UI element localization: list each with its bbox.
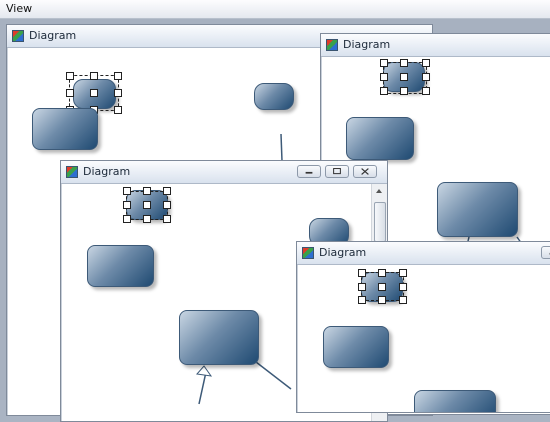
diagram-node[interactable] [87, 245, 154, 287]
window-titlebar[interactable]: Diagram [297, 242, 550, 265]
window-title: Diagram [29, 29, 76, 42]
resize-handle[interactable] [422, 87, 430, 95]
resize-handle[interactable] [66, 89, 74, 97]
resize-handle[interactable] [114, 89, 122, 97]
restore-icon [326, 166, 348, 177]
resize-handle[interactable] [358, 269, 366, 277]
window-titlebar[interactable]: Diagram [321, 34, 550, 57]
resize-handle[interactable] [399, 283, 407, 291]
restore-button[interactable] [325, 165, 349, 178]
resize-handle[interactable] [400, 59, 408, 67]
resize-handle[interactable] [399, 296, 407, 304]
diagram-app-icon [302, 247, 314, 259]
resize-handle[interactable] [90, 72, 98, 80]
resize-handle[interactable] [66, 72, 74, 80]
resize-handle[interactable] [378, 283, 386, 291]
resize-handle[interactable] [143, 201, 151, 209]
diagram-node[interactable] [32, 108, 98, 150]
diagram-app-icon [12, 30, 24, 42]
menu-view[interactable]: View [6, 2, 32, 15]
resize-handle[interactable] [378, 296, 386, 304]
resize-handle[interactable] [358, 296, 366, 304]
diagram-node[interactable] [346, 117, 414, 160]
diagram-canvas[interactable] [302, 265, 550, 412]
window-title: Diagram [83, 165, 130, 178]
diagram-app-icon [66, 166, 78, 178]
resize-handle[interactable] [358, 283, 366, 291]
scroll-thumb[interactable] [374, 202, 386, 242]
close-icon [354, 166, 376, 177]
resize-handle[interactable] [114, 106, 122, 114]
window-title: Diagram [343, 38, 390, 51]
resize-handle[interactable] [163, 215, 171, 223]
window-title: Diagram [319, 246, 366, 259]
resize-handle[interactable] [380, 87, 388, 95]
minimize-button[interactable] [297, 165, 321, 178]
resize-handle[interactable] [90, 89, 98, 97]
menu-bar: View [0, 0, 550, 19]
resize-handle[interactable] [422, 73, 430, 81]
resize-handle[interactable] [422, 59, 430, 67]
scroll-up-icon[interactable] [376, 189, 382, 193]
resize-handle[interactable] [123, 215, 131, 223]
resize-handle[interactable] [143, 215, 151, 223]
resize-handle[interactable] [163, 201, 171, 209]
diagram-app-icon [326, 39, 338, 51]
minimize-icon [542, 247, 550, 258]
close-button[interactable] [353, 165, 377, 178]
diagram-node[interactable] [323, 326, 389, 368]
window-titlebar[interactable]: Diagram [61, 161, 387, 184]
resize-handle[interactable] [378, 269, 386, 277]
resize-handle[interactable] [143, 187, 151, 195]
resize-handle[interactable] [380, 59, 388, 67]
resize-handle[interactable] [123, 187, 131, 195]
resize-handle[interactable] [114, 72, 122, 80]
diagram-window-4[interactable]: Diagram [296, 241, 550, 413]
diagram-node[interactable] [437, 182, 518, 237]
resize-handle[interactable] [400, 87, 408, 95]
minimize-icon [298, 166, 320, 177]
resize-handle[interactable] [380, 73, 388, 81]
resize-handle[interactable] [163, 187, 171, 195]
diagram-node[interactable] [179, 310, 259, 365]
diagram-node[interactable] [414, 390, 496, 412]
resize-handle[interactable] [399, 269, 407, 277]
diagram-node[interactable] [254, 83, 294, 110]
resize-handle[interactable] [400, 73, 408, 81]
resize-handle[interactable] [123, 201, 131, 209]
minimize-button[interactable] [541, 246, 550, 259]
